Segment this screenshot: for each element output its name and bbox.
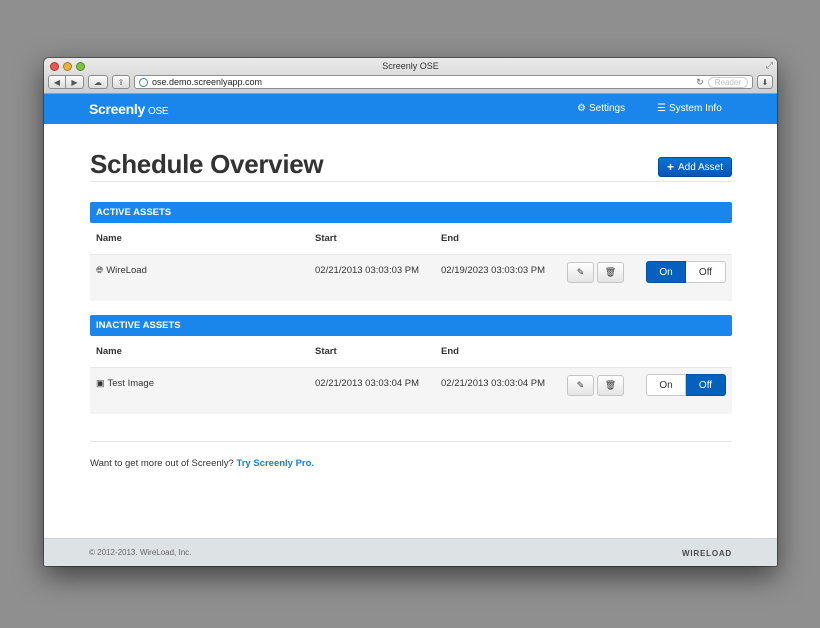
brand-suffix: OSE: [147, 106, 169, 117]
brand-logo[interactable]: Screenly OSE: [89, 101, 169, 117]
delete-asset-button[interactable]: 🗑︎: [597, 375, 624, 396]
asset-name: Test Image: [107, 377, 154, 389]
reader-button[interactable]: Reader: [707, 76, 748, 88]
download-icon: ⬇: [761, 77, 769, 87]
icloud-button[interactable]: ☁: [88, 75, 108, 89]
toggle-off-button[interactable]: Off: [686, 261, 726, 283]
col-start-header: Start: [315, 233, 337, 244]
nav-system-info-link[interactable]: ☰ System Info: [657, 103, 722, 114]
pencil-icon: ✎: [576, 267, 585, 277]
address-bar[interactable]: ose.demo.screenlyapp.com ↻ Reader: [134, 75, 753, 89]
col-end-header: End: [441, 233, 459, 244]
asset-toggle: On Off: [646, 374, 726, 396]
asset-name-cell: 🌐︎ WireLoad: [96, 255, 147, 285]
site-globe-icon: [139, 77, 148, 87]
active-table-header: Name Start End: [90, 223, 732, 255]
brand-name: Screenly: [89, 101, 145, 117]
page-title: Schedule Overview: [90, 149, 324, 179]
delete-asset-button[interactable]: 🗑︎: [597, 262, 624, 283]
globe-icon: 🌐︎: [96, 264, 104, 275]
window-title: Screenly OSE: [382, 61, 439, 71]
browser-window: Screenly OSE ⤢ ◀ ▶ ☁ ⇪ ose.demo.screenly…: [44, 58, 777, 566]
browser-titlebar: Screenly OSE ⤢ ◀ ▶ ☁ ⇪ ose.demo.screenly…: [44, 58, 777, 94]
add-asset-button[interactable]: + Add Asset: [657, 157, 732, 177]
share-button[interactable]: ⇪: [112, 75, 130, 89]
copyright-text: © 2012-2013. WireLoad, Inc.: [89, 548, 192, 557]
back-arrow-icon: ◀: [53, 77, 61, 87]
toggle-off-button[interactable]: Off: [686, 374, 726, 396]
edit-asset-button[interactable]: ✎: [567, 375, 594, 396]
forward-arrow-icon: ▶: [71, 77, 78, 87]
trash-icon: 🗑︎: [604, 267, 617, 277]
col-start-header: Start: [315, 346, 337, 357]
page-footer: © 2012-2013. WireLoad, Inc. WIRELOAD: [44, 538, 777, 566]
downloads-button[interactable]: ⬇: [757, 75, 773, 89]
browser-toolbar: ◀ ▶ ☁ ⇪ ose.demo.screenlyapp.com ↻ Reade…: [48, 74, 773, 90]
active-assets-header: ACTIVE ASSETS: [90, 202, 732, 223]
fullscreen-icon[interactable]: ⤢: [766, 60, 773, 71]
inactive-assets-header: INACTIVE ASSETS: [90, 315, 732, 336]
asset-start: 02/21/2013 03:03:03 PM: [315, 264, 420, 276]
reload-icon[interactable]: ↻: [696, 77, 704, 88]
inactive-assets-section: INACTIVE ASSETS Name Start End ▣ Test Im…: [90, 315, 732, 414]
cloud-icon: ☁: [94, 77, 102, 87]
try-pro-link[interactable]: Try Screenly Pro.: [236, 458, 314, 469]
asset-name-cell: ▣ Test Image: [96, 368, 154, 398]
pencil-icon: ✎: [576, 380, 585, 390]
asset-end: 02/21/2013 03:03:04 PM: [441, 377, 546, 389]
col-name-header: Name: [96, 346, 122, 357]
table-row: 🌐︎ WireLoad 02/21/2013 03:03:03 PM 02/19…: [90, 255, 732, 301]
list-icon: ☰: [657, 103, 666, 114]
add-asset-label: Add Asset: [677, 161, 723, 173]
col-name-header: Name: [96, 233, 122, 244]
back-button[interactable]: ◀: [48, 75, 66, 89]
col-end-header: End: [441, 346, 459, 357]
table-row: ▣ Test Image 02/21/2013 03:03:04 PM 02/2…: [90, 368, 732, 414]
trash-icon: 🗑︎: [604, 380, 617, 390]
nav-settings-label: Settings: [588, 103, 626, 114]
toggle-on-button[interactable]: On: [646, 374, 686, 396]
image-icon: ▣: [96, 377, 105, 388]
share-icon: ⇪: [117, 77, 125, 87]
nav-system-info-label: System Info: [668, 103, 722, 114]
url-text: ose.demo.screenlyapp.com: [152, 77, 263, 87]
wireload-logo[interactable]: WIRELOAD: [682, 549, 732, 558]
plus-icon: +: [666, 160, 674, 174]
gear-icon: ⚙: [577, 103, 586, 114]
promo-text: Want to get more out of Screenly? Try Sc…: [90, 458, 732, 469]
promo-message: Want to get more out of Screenly?: [90, 458, 234, 469]
active-assets-section: ACTIVE ASSETS Name Start End 🌐︎ WireLoad…: [90, 202, 732, 301]
app-navbar: Screenly OSE ⚙ Settings ☰ System Info: [44, 94, 777, 124]
toggle-on-button[interactable]: On: [646, 261, 686, 283]
edit-asset-button[interactable]: ✎: [567, 262, 594, 283]
nav-settings-link[interactable]: ⚙ Settings: [577, 103, 625, 114]
page-header: Schedule Overview + Add Asset: [90, 124, 732, 182]
forward-button[interactable]: ▶: [66, 75, 84, 89]
asset-end: 02/19/2023 03:03:03 PM: [441, 264, 546, 276]
asset-name: WireLoad: [106, 264, 147, 276]
main-content: Schedule Overview + Add Asset ACTIVE ASS…: [90, 124, 732, 469]
content-divider: [90, 441, 732, 442]
history-nav: ◀ ▶: [48, 75, 84, 89]
asset-toggle: On Off: [646, 261, 726, 283]
inactive-table-header: Name Start End: [90, 336, 732, 368]
asset-start: 02/21/2013 03:03:04 PM: [315, 377, 420, 389]
